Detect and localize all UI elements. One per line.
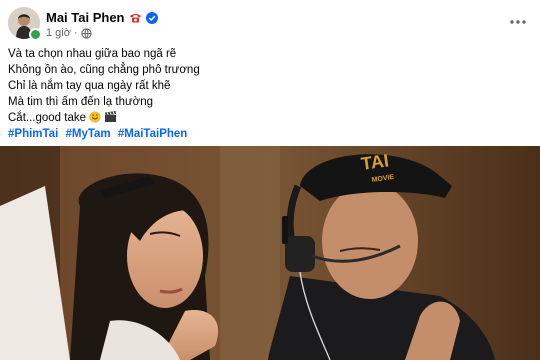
hashtag-link[interactable]: #PhimTai xyxy=(8,128,58,140)
hashtag-row: #PhimTai #MyTam #MaiTaiPhen xyxy=(8,126,528,142)
caption-line: Không ồn ào, cũng chẳng phô trương xyxy=(8,64,200,76)
more-horizontal-icon xyxy=(510,20,526,24)
telephone-icon xyxy=(129,11,142,24)
post-caption: Và ta chọn nhau giữa bao ngã rẽ Không ồn… xyxy=(8,46,528,142)
more-options-button[interactable] xyxy=(506,10,530,34)
clapper-board-icon xyxy=(104,111,116,123)
caption-line: Và ta chọn nhau giữa bao ngã rẽ xyxy=(8,48,177,60)
globe-icon xyxy=(80,27,92,39)
hashtag-link[interactable]: #MaiTaiPhen xyxy=(118,128,187,140)
caption-line: Mà tim thì ấm đến lạ thường xyxy=(8,96,153,108)
online-status-dot xyxy=(29,28,42,41)
post-meta: 1 giờ · xyxy=(46,26,92,40)
smiling-face-icon xyxy=(89,111,101,123)
author-row: Mai Tai Phen xyxy=(46,8,158,26)
meta-separator: · xyxy=(73,27,78,39)
author-name[interactable]: Mai Tai Phen xyxy=(46,10,125,25)
cap-logo-text: TAI xyxy=(360,150,390,174)
hashtag-link[interactable]: #MyTam xyxy=(65,128,110,140)
caption-line-last: Cắt...good take xyxy=(8,110,528,126)
post-timestamp[interactable]: 1 giờ xyxy=(46,27,71,39)
caption-line: Chỉ là nắm tay qua ngày rất khẽ xyxy=(8,80,171,92)
caption-text: Cắt...good take xyxy=(8,112,86,124)
post-photo[interactable]: TAI MOVIE xyxy=(0,146,540,360)
verified-badge-icon xyxy=(145,11,158,24)
post-header: Mai Tai Phen 1 giờ · xyxy=(0,0,540,44)
facebook-post: Mai Tai Phen 1 giờ · Và ta chọn nhau giữ… xyxy=(0,0,540,360)
